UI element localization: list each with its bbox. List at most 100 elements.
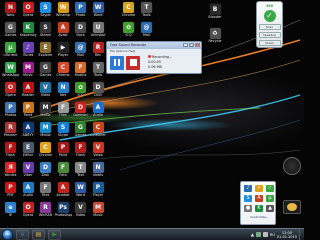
desktop-icon[interactable]: K Kaspersky — [20, 22, 37, 42]
network-icon[interactable] — [255, 232, 261, 237]
minimize-button[interactable]: _ — [183, 43, 188, 47]
desktop-icon[interactable]: P Player — [90, 182, 107, 202]
recorder-titlebar[interactable]: Free Sound Recorder _ □ × — [107, 42, 201, 49]
gadget-speedup-button[interactable]: Speedup — [258, 32, 281, 38]
desktop-icon[interactable]: F Flash — [72, 142, 89, 162]
tray-app-icon[interactable]: ⚡ — [255, 185, 263, 192]
desktop-icon[interactable]: V Viber — [20, 162, 37, 182]
desktop-icon[interactable]: C Chrome — [37, 142, 54, 162]
desktop-icon[interactable]: E Explorer — [37, 42, 54, 62]
tray-app-icon[interactable]: K — [255, 205, 263, 212]
taskbar-pinned-app[interactable]: ▶ — [48, 229, 61, 240]
tray-app-icon[interactable]: A — [255, 195, 263, 202]
desktop-icon[interactable]: P Photos — [2, 102, 19, 122]
desktop-icon[interactable]: F Files — [55, 102, 72, 122]
tray-app-icon[interactable]: ♪ — [244, 185, 252, 192]
desktop-icon[interactable]: F Mozilla — [72, 62, 89, 82]
taskbar-clock[interactable]: 12:00 01.01.2015 — [277, 231, 297, 239]
desktop-icon[interactable]: O Opera — [2, 82, 19, 102]
desktop-icon[interactable]: U Uninstall — [90, 22, 107, 42]
desktop-icon[interactable]: A ABBYY — [20, 122, 37, 142]
weather-gadget[interactable] — [283, 200, 301, 214]
desktop-icon[interactable]: B Blender — [206, 4, 224, 24]
desktop-icon[interactable]: D Disk — [37, 162, 54, 182]
show-hidden-icons-button[interactable]: ▲ — [251, 232, 254, 237]
desktop-icon[interactable]: F Files — [37, 182, 54, 202]
close-button[interactable]: × — [195, 43, 200, 47]
maximize-button[interactable]: □ — [189, 43, 194, 47]
desktop-icon[interactable]: N Nero — [2, 2, 19, 22]
desktop-icon[interactable]: D Docs — [72, 22, 89, 42]
desktop-icon[interactable]: ✿ ICQ — [72, 82, 89, 102]
security-gadget[interactable]: 360 ✓ Scan Speedup Clean — [256, 1, 283, 48]
desktop-icon[interactable]: M Media — [37, 122, 54, 142]
desktop-icon[interactable]: V Video — [37, 82, 54, 102]
desktop-icon[interactable]: S Steam — [37, 22, 54, 42]
desktop-icon[interactable]: ♻ Recycle — [206, 28, 224, 48]
desktop-icon[interactable]: M Media — [37, 102, 54, 122]
desktop-icon[interactable]: T Tools — [138, 2, 155, 22]
desktop-icon[interactable]: T Text — [72, 162, 89, 182]
taskbar-pinned-app[interactable]: e — [16, 229, 29, 240]
desktop-icon[interactable]: P Paint — [20, 102, 37, 122]
desktop-icon[interactable]: D DVD — [90, 82, 107, 102]
desktop-icon[interactable]: F Flash — [2, 142, 19, 162]
tray-app-icon[interactable]: ● — [244, 205, 252, 212]
stop-button[interactable] — [126, 55, 140, 70]
desktop-icon[interactable]: N Notes — [90, 162, 107, 182]
customize-link[interactable]: Customize... — [244, 215, 275, 223]
desktop-icon[interactable]: T Tools — [90, 62, 107, 82]
desktop-icon[interactable]: e IE — [2, 202, 19, 222]
desktop-icon[interactable]: D Daemon — [72, 102, 89, 122]
desktop-icon[interactable]: ✿ ICQ — [120, 22, 137, 42]
gadget-clean-button[interactable]: Clean — [258, 40, 281, 46]
gadget-scan-button[interactable]: Scan — [258, 24, 281, 30]
clock-gadget[interactable] — [283, 157, 301, 175]
desktop-icon[interactable]: µ uTorrent — [2, 42, 19, 62]
desktop-icon[interactable]: W Word — [90, 2, 107, 22]
desktop-icon[interactable]: A Audio — [20, 182, 37, 202]
desktop-icon[interactable]: M Music — [20, 62, 37, 82]
desktop-icon[interactable]: ▶ Player — [55, 42, 72, 62]
taskbar-pinned-app[interactable]: ▤ — [32, 229, 45, 240]
language-indicator[interactable]: RU — [270, 233, 275, 237]
desktop-icon[interactable]: N Net — [55, 82, 72, 102]
desktop-icon[interactable]: G Games — [37, 62, 54, 82]
desktop-icon[interactable]: E Editor — [20, 142, 37, 162]
desktop-icon[interactable]: R WinRAR — [37, 202, 54, 222]
tray-app-icon[interactable]: ▲ — [266, 205, 274, 212]
desktop-icon[interactable]: P Paint — [55, 142, 72, 162]
desktop-icon[interactable]: A Acrobat — [55, 182, 72, 202]
desktop-icon[interactable]: W WhatsApp — [2, 62, 19, 82]
tray-app-icon[interactable]: S — [244, 195, 252, 202]
desktop-icon[interactable]: A Reader — [20, 82, 37, 102]
desktop-icon[interactable]: O Opera — [20, 202, 37, 222]
desktop-icon[interactable]: @ Mail — [138, 22, 155, 42]
desktop-icon[interactable]: W Winamp — [55, 2, 72, 22]
desktop-icon[interactable]: A Audio — [90, 102, 107, 122]
desktop-icon[interactable]: Я Yandex — [2, 162, 19, 182]
desktop-icon[interactable]: R Rec — [90, 42, 107, 62]
tray-app-icon[interactable]: µ — [266, 195, 274, 202]
desktop-icon[interactable]: P Photo — [72, 2, 89, 22]
desktop-icon[interactable]: P PDF — [2, 182, 19, 202]
desktop-icon[interactable]: A Avast — [55, 22, 72, 42]
desktop-icon[interactable]: Ps Photoshop — [55, 202, 72, 222]
desktop-icon[interactable]: F Foto — [55, 162, 72, 182]
pause-button[interactable] — [110, 55, 124, 70]
start-button[interactable]: ⊞ — [2, 229, 13, 240]
desktop-icon[interactable]: R Ремонт — [2, 122, 19, 142]
desktop-icon[interactable]: O Opera — [20, 2, 37, 22]
sound-recorder-window[interactable]: Free Sound Recorder _ □ × File Options H… — [106, 41, 202, 74]
desktop-icon[interactable]: M Music — [90, 202, 107, 222]
desktop-icon[interactable]: C Chrome — [55, 62, 72, 82]
desktop-icon[interactable]: W Word — [72, 182, 89, 202]
tray-app-icon[interactable]: ✓ — [266, 185, 274, 192]
volume-icon[interactable] — [262, 232, 268, 237]
desktop-icon[interactable]: G Games — [2, 22, 19, 42]
desktop-icon[interactable]: ♪ iTunes — [20, 42, 37, 62]
desktop-icon[interactable]: S Skype — [37, 2, 54, 22]
desktop-icon[interactable]: V Video — [72, 202, 89, 222]
desktop-icon[interactable]: S Skype — [55, 122, 72, 142]
desktop-icon[interactable]: C Chrome — [120, 2, 137, 22]
